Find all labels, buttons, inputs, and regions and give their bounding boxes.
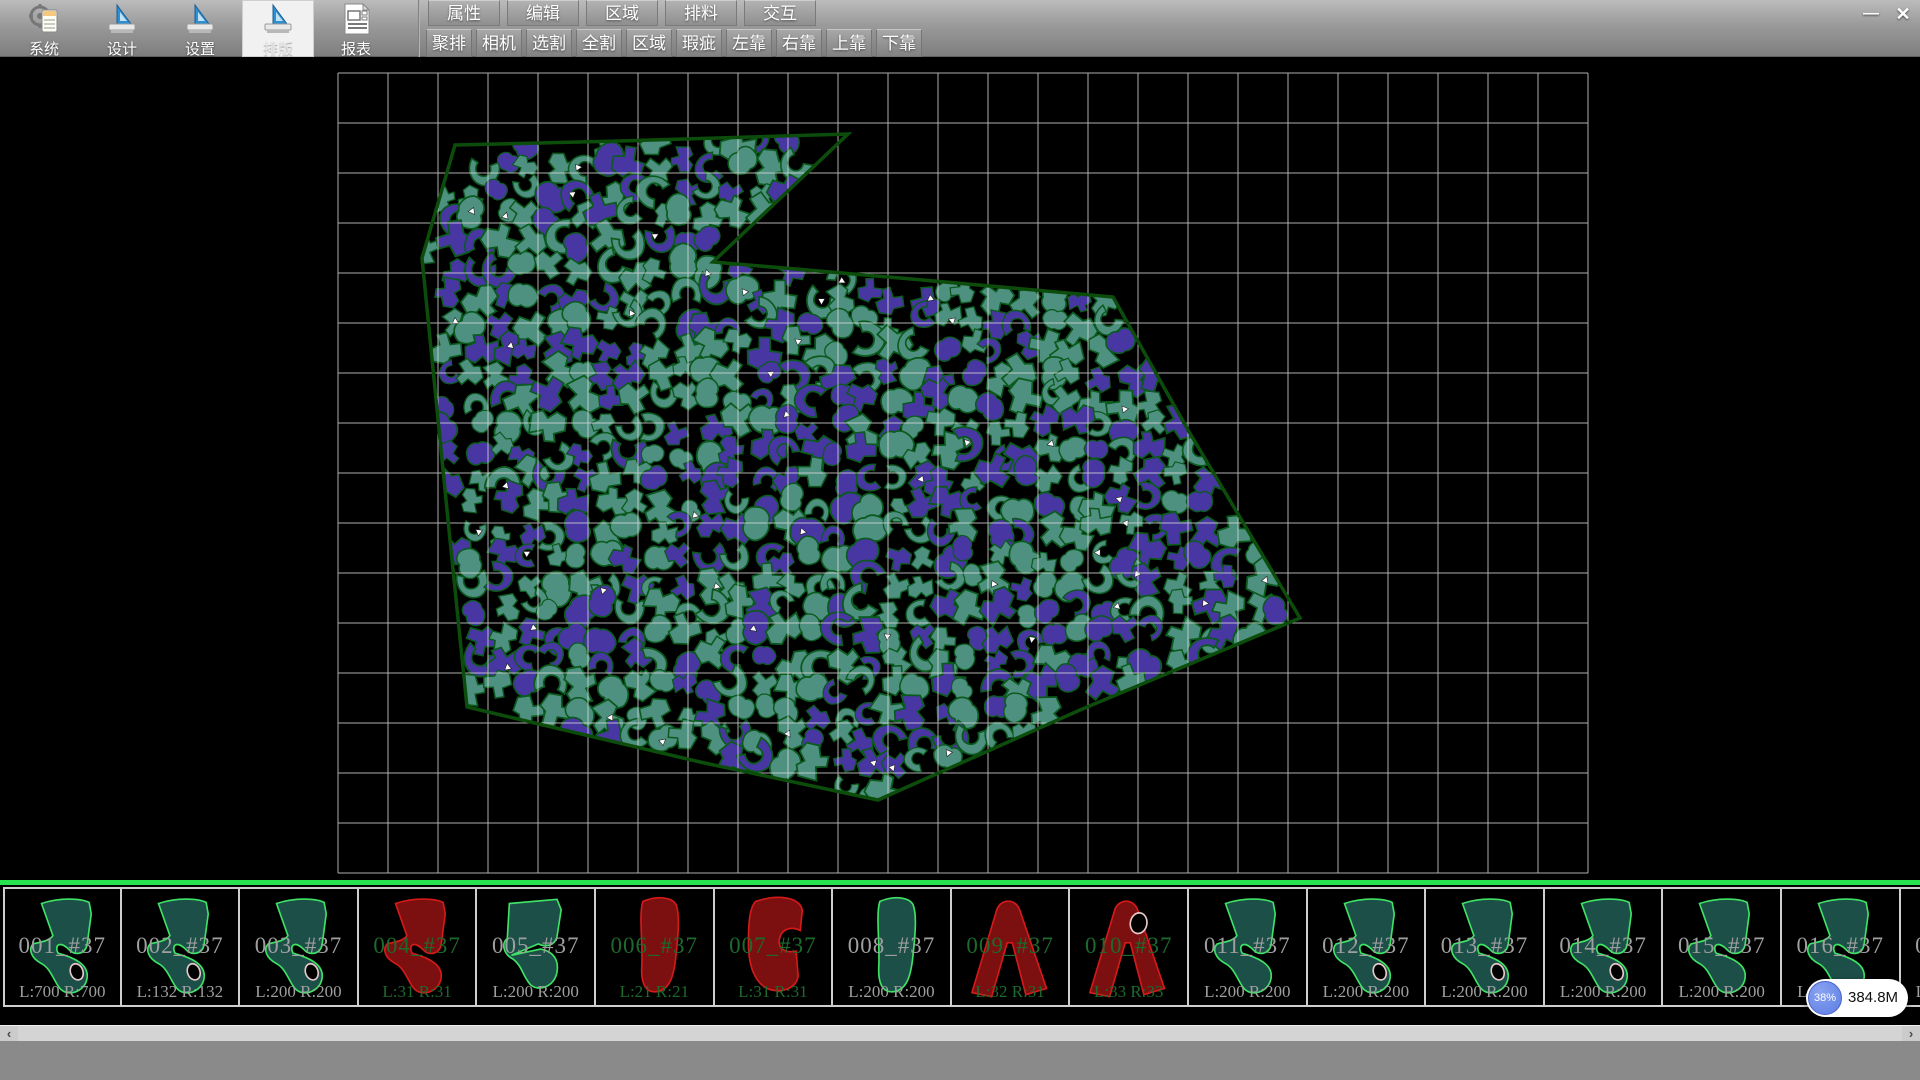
scroll-left-arrow-icon[interactable]: ‹ [0,1026,18,1042]
piece-thumbnail-7[interactable]: 007_#37 L:31 R:31 [715,887,834,1007]
strip-gap [0,1010,1920,1025]
piece-thumbnail-1[interactable]: 001_#37 L:700 R:700 [3,887,122,1007]
piece-lr-count: L:31 R:31 [715,982,832,1002]
piece-id-label: 016_#37 [1782,933,1899,959]
piece-lr-count: L:700 R:700 [5,982,120,1002]
nesting-canvas[interactable] [0,57,1920,880]
piece-lr-count: L:200 R:200 [1426,982,1543,1002]
piece-id-label: 015_#37 [1663,933,1780,959]
toolbar-separator [418,0,420,57]
piece-lr-count: L:32 R:31 [952,982,1069,1002]
icon-button-2[interactable]: 设计 [86,0,158,57]
piece-id-label: 002_#37 [122,933,239,959]
piece-thumbnail-6[interactable]: 006_#37 L:21 R:21 [596,887,715,1007]
piece-id-label: 009_#37 [952,933,1069,959]
tool-button-1[interactable]: 聚排 [426,29,472,57]
piece-thumbnail-8[interactable]: 008_#37 L:200 R:200 [833,887,952,1007]
ruler-icon [105,0,139,41]
piece-id-label: 010_#37 [1070,933,1187,959]
icon-button-1[interactable]: 系统 [8,0,80,57]
piece-id-label: 006_#37 [596,933,713,959]
piece-thumbnail-strip: 001_#37L:700 R:700002_#37L:132 R:132003_… [0,880,1920,1010]
menu-item-5[interactable]: 交互 [744,0,816,26]
piece-id-label: 001_#37 [5,933,120,959]
tool-button-2[interactable]: 相机 [476,29,522,57]
piece-id-label: 014_#37 [1545,933,1662,959]
piece-lr-count: L:200 R:200 [1189,982,1306,1002]
piece-lr-count: L:33 R:33 [1070,982,1187,1002]
piece-id-label: 011_#37 [1189,933,1306,959]
piece-lr-count: L:200 R:200 [1308,982,1425,1002]
piece-thumbnail-15[interactable]: 015_#37 L:200 R:200 [1663,887,1782,1007]
piece-lr-count: L:200 R:200 [833,982,950,1002]
piece-lr-count: L:200 R:200 [1663,982,1780,1002]
status-bar [0,1041,1920,1080]
application-window: 系统设计设置排版报表 属性编辑区域排料交互 聚排相机选割全割区域瑕疵左靠右靠上靠… [0,0,1920,1080]
piece-thumbnail-5[interactable]: 005_#37 L:200 R:200 [477,887,596,1007]
piece-thumbnail-3[interactable]: 003_#37 L:200 R:200 [240,887,359,1007]
icon-button-3[interactable]: 设置 [164,0,236,57]
progress-circle: 38% [1808,981,1842,1015]
piece-lr-count: L:200 R:200 [240,982,357,1002]
piece-thumbnail-13[interactable]: 013_#37 L:200 R:200 [1426,887,1545,1007]
piece-thumbnail-4[interactable]: 004_#37 L:31 R:31 [359,887,478,1007]
piece-id-label: 005_#37 [477,933,594,959]
horizontal-scrollbar[interactable]: ‹ › [0,1025,1920,1041]
menu-item-3[interactable]: 区域 [586,0,658,26]
piece-id-label: 003_#37 [240,933,357,959]
piece-thumbnail-14[interactable]: 014_#37 L:200 R:200 [1545,887,1664,1007]
piece-thumbnail-11[interactable]: 011_#37 L:200 R:200 [1189,887,1308,1007]
piece-lr-count: L:200 R:200 [477,982,594,1002]
tool-button-8[interactable]: 右靠 [776,29,822,57]
tool-button-4[interactable]: 全割 [576,29,622,57]
minimize-button[interactable]: — [1856,3,1886,25]
menu-item-4[interactable]: 排料 [665,0,737,26]
tool-button-3[interactable]: 选割 [526,29,572,57]
piece-lr-count: L:31 R:31 [359,982,476,1002]
progress-memory-badge: 38% 384.8M [1806,979,1908,1017]
memory-value: 384.8M [1848,979,1898,1017]
piece-thumbnail-2[interactable]: 002_#37 L:132 R:132 [122,887,241,1007]
tool-button-10[interactable]: 下靠 [876,29,922,57]
piece-lr-count: L:132 R:132 [122,982,239,1002]
piece-thumbnail-9[interactable]: 009_#37 L:32 R:31 [952,887,1071,1007]
report-document-icon [339,0,373,41]
tool-button-7[interactable]: 左靠 [726,29,772,57]
piece-id-label: 017_#37 [1901,933,1920,959]
icon-button-4[interactable]: 排版 [242,0,314,57]
toolbar: 系统设计设置排版报表 属性编辑区域排料交互 聚排相机选割全割区域瑕疵左靠右靠上靠… [0,0,1920,57]
gear-system-icon [27,0,61,41]
piece-id-label: 013_#37 [1426,933,1543,959]
menu-item-2[interactable]: 编辑 [507,0,579,26]
ruler-icon [183,0,217,41]
piece-lr-count: L:200 R:200 [1545,982,1662,1002]
tool-button-6[interactable]: 瑕疵 [676,29,722,57]
piece-thumbnail-12[interactable]: 012_#37 L:200 R:200 [1308,887,1427,1007]
piece-id-label: 008_#37 [833,933,950,959]
ruler-icon [261,0,295,41]
tool-button-9[interactable]: 上靠 [826,29,872,57]
close-button[interactable]: ✕ [1888,3,1918,25]
tool-button-5[interactable]: 区域 [626,29,672,57]
piece-id-label: 004_#37 [359,933,476,959]
icon-button-5[interactable]: 报表 [320,0,392,57]
piece-thumbnail-10[interactable]: 010_#37 L:33 R:33 [1070,887,1189,1007]
piece-lr-count: L:21 R:21 [596,982,713,1002]
piece-id-label: 012_#37 [1308,933,1425,959]
scroll-right-arrow-icon[interactable]: › [1902,1026,1920,1042]
menu-item-1[interactable]: 属性 [428,0,500,26]
piece-id-label: 007_#37 [715,933,832,959]
